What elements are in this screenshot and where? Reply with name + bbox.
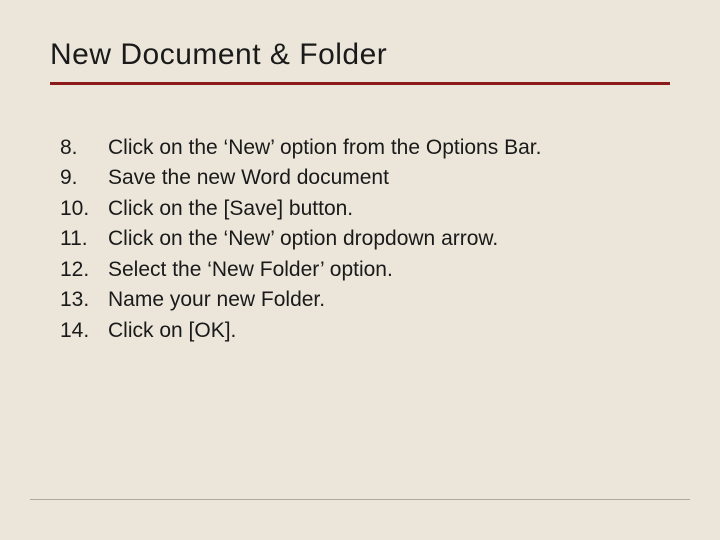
step-number: 12. <box>60 255 108 285</box>
footer-divider <box>30 499 690 500</box>
list-item: 13. Name your new Folder. <box>60 285 670 315</box>
steps-list: 8. Click on the ‘New’ option from the Op… <box>50 133 670 346</box>
step-text: Name your new Folder. <box>108 285 325 315</box>
list-item: 8. Click on the ‘New’ option from the Op… <box>60 133 670 163</box>
page-title: New Document & Folder <box>50 38 670 72</box>
list-item: 14. Click on [OK]. <box>60 316 670 346</box>
step-number: 13. <box>60 285 108 315</box>
title-underline <box>50 82 670 85</box>
step-text: Click on the [Save] button. <box>108 194 353 224</box>
step-number: 10. <box>60 194 108 224</box>
step-number: 14. <box>60 316 108 346</box>
step-number: 9. <box>60 163 108 193</box>
list-item: 9. Save the new Word document <box>60 163 670 193</box>
step-text: Click on the ‘New’ option dropdown arrow… <box>108 224 498 254</box>
step-text: Click on the ‘New’ option from the Optio… <box>108 133 541 163</box>
slide: New Document & Folder 8. Click on the ‘N… <box>0 0 720 540</box>
step-text: Save the new Word document <box>108 163 389 193</box>
step-text: Click on [OK]. <box>108 316 236 346</box>
step-number: 8. <box>60 133 108 163</box>
list-item: 11. Click on the ‘New’ option dropdown a… <box>60 224 670 254</box>
list-item: 10. Click on the [Save] button. <box>60 194 670 224</box>
list-item: 12. Select the ‘New Folder’ option. <box>60 255 670 285</box>
step-number: 11. <box>60 224 108 254</box>
step-text: Select the ‘New Folder’ option. <box>108 255 393 285</box>
